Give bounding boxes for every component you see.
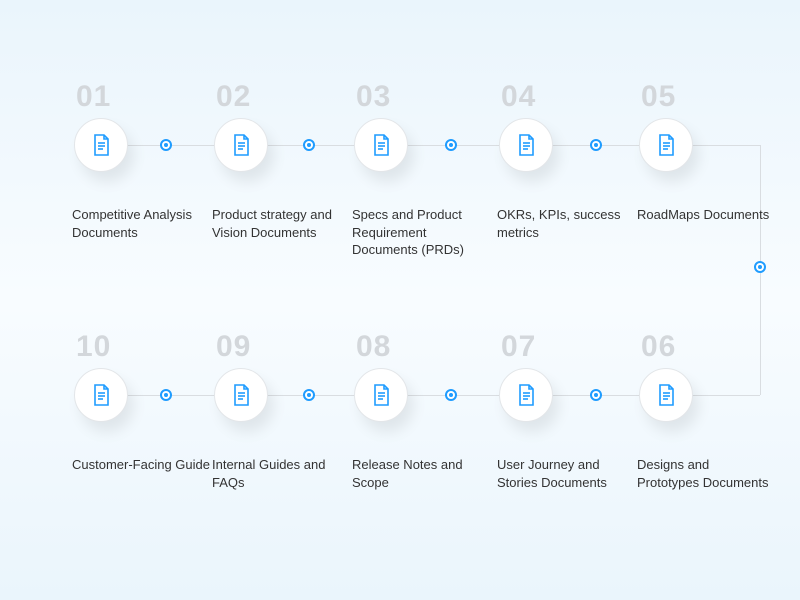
connector-dot-icon — [303, 389, 315, 401]
step-circle — [354, 368, 408, 422]
step-label: Release Notes and Scope — [352, 456, 490, 491]
document-icon — [654, 383, 678, 407]
step-07: 07 User Journey and Stories Documents — [495, 330, 635, 491]
step-09: 09 Internal Guides and FAQs — [210, 330, 350, 491]
step-circle — [499, 368, 553, 422]
step-label: Product strategy and Vision Documents — [212, 206, 350, 241]
step-number: 02 — [216, 80, 350, 114]
step-number: 09 — [216, 330, 350, 364]
connector-dot-icon — [445, 139, 457, 151]
document-icon — [514, 133, 538, 157]
step-number: 06 — [641, 330, 775, 364]
step-number: 04 — [501, 80, 635, 114]
connector-dot-icon — [160, 139, 172, 151]
document-icon — [229, 383, 253, 407]
step-number: 05 — [641, 80, 775, 114]
document-icon — [89, 383, 113, 407]
step-circle — [74, 118, 128, 172]
step-03: 03 Specs and Product Requirement Documen… — [350, 80, 490, 259]
step-06: 06 Designs and Prototypes Documents — [635, 330, 775, 491]
step-04: 04 OKRs, KPIs, success metrics — [495, 80, 635, 241]
document-icon — [369, 383, 393, 407]
connector-dot-icon — [303, 139, 315, 151]
step-label: Internal Guides and FAQs — [212, 456, 350, 491]
document-icon — [229, 133, 253, 157]
step-label: Competitive Analysis Documents — [72, 206, 210, 241]
step-08: 08 Release Notes and Scope — [350, 330, 490, 491]
step-circle — [354, 118, 408, 172]
document-icon — [89, 133, 113, 157]
connector-dot-icon — [754, 261, 766, 273]
document-icon — [369, 133, 393, 157]
document-icon — [514, 383, 538, 407]
step-label: Specs and Product Requirement Documents … — [352, 206, 490, 259]
step-10: 10 Customer-Facing Guide — [70, 330, 210, 474]
step-label: OKRs, KPIs, success metrics — [497, 206, 635, 241]
step-number: 08 — [356, 330, 490, 364]
step-05: 05 RoadMaps Documents — [635, 80, 775, 224]
step-number: 01 — [76, 80, 210, 114]
connector-dot-icon — [590, 389, 602, 401]
step-01: 01 Competitive Analysis Documents — [70, 80, 210, 241]
step-label: Customer-Facing Guide — [72, 456, 210, 474]
step-circle — [214, 118, 268, 172]
step-circle — [74, 368, 128, 422]
connector-dot-icon — [160, 389, 172, 401]
step-label: User Journey and Stories Documents — [497, 456, 635, 491]
step-label: Designs and Prototypes Documents — [637, 456, 775, 491]
step-number: 10 — [76, 330, 210, 364]
step-circle — [639, 368, 693, 422]
document-icon — [654, 133, 678, 157]
step-circle — [214, 368, 268, 422]
step-02: 02 Product strategy and Vision Documents — [210, 80, 350, 241]
step-circle — [499, 118, 553, 172]
step-number: 03 — [356, 80, 490, 114]
connector-dot-icon — [445, 389, 457, 401]
step-number: 07 — [501, 330, 635, 364]
step-circle — [639, 118, 693, 172]
step-label: RoadMaps Documents — [637, 206, 775, 224]
connector-dot-icon — [590, 139, 602, 151]
